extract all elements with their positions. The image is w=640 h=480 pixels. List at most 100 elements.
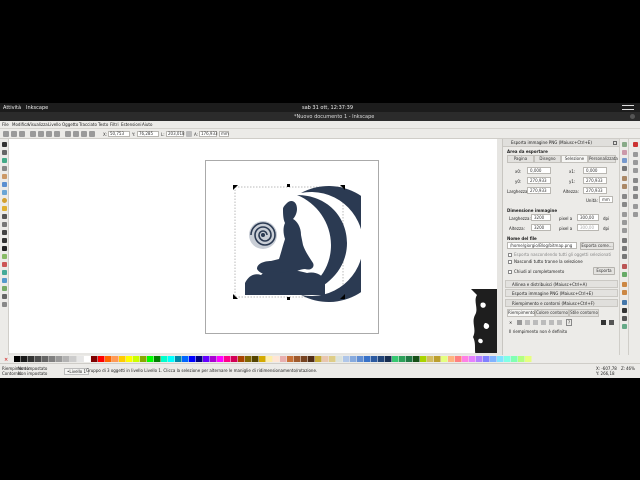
menu-object[interactable]: Oggetto [62, 122, 78, 127]
palette-swatch[interactable] [259, 356, 266, 362]
palette-swatch[interactable] [413, 356, 420, 362]
palette-swatch[interactable] [182, 356, 189, 362]
menu-text[interactable]: Testo [98, 122, 108, 127]
node-tool-icon[interactable] [2, 150, 7, 155]
dpi-input-2[interactable]: 300,00 [577, 224, 599, 231]
palette-swatch[interactable] [364, 356, 371, 362]
lower-to-bottom-icon[interactable] [89, 131, 95, 137]
palette-swatch[interactable] [462, 356, 469, 362]
y1-input[interactable]: 270,933 [583, 177, 607, 184]
undo-icon[interactable] [622, 194, 627, 199]
drawing-canvas[interactable] [9, 139, 497, 353]
redo-icon[interactable] [622, 202, 627, 207]
print-icon[interactable] [622, 166, 627, 171]
gradient-tool-icon[interactable] [2, 278, 7, 283]
palette-swatch[interactable] [77, 356, 84, 362]
hide-selected-checkbox[interactable] [508, 253, 512, 257]
palette-swatch[interactable] [231, 356, 238, 362]
flip-horizontal-icon[interactable] [46, 131, 52, 137]
palette-swatches[interactable]: × [0, 356, 640, 362]
rotate-cw-icon[interactable] [38, 131, 44, 137]
palette-swatch[interactable] [329, 356, 336, 362]
palette-swatch[interactable] [238, 356, 245, 362]
menu-file[interactable]: File [2, 122, 9, 127]
paste-icon[interactable] [622, 228, 627, 233]
flat-color-icon[interactable] [517, 320, 522, 325]
spiral-tool-icon[interactable] [2, 214, 7, 219]
palette-swatch[interactable] [525, 356, 532, 362]
import-icon[interactable] [622, 176, 627, 181]
menu-layer[interactable]: Livello [48, 122, 61, 127]
palette-swatch[interactable] [210, 356, 217, 362]
palette-swatch[interactable] [105, 356, 112, 362]
selector-tool-icon[interactable] [2, 142, 7, 147]
palette-swatch[interactable] [434, 356, 441, 362]
area-width-input[interactable]: 270,933 [527, 187, 551, 194]
menu-help[interactable]: Aiuto [142, 122, 152, 127]
select-all-icon[interactable] [3, 131, 9, 137]
filename-input[interactable]: /home/giorgio/Blog/bitmap.png [507, 242, 577, 249]
palette-swatch[interactable] [21, 356, 28, 362]
palette-swatch[interactable] [189, 356, 196, 362]
palette-swatch[interactable] [84, 356, 91, 362]
palette-swatch[interactable] [273, 356, 280, 362]
snap-page-icon[interactable] [633, 204, 638, 209]
text-font-icon[interactable] [622, 308, 627, 313]
palette-swatch[interactable] [49, 356, 56, 362]
palette-swatch[interactable] [497, 356, 504, 362]
ellipse-tool-icon[interactable] [2, 198, 7, 203]
palette-swatch[interactable] [98, 356, 105, 362]
zoom-value[interactable]: 46% [626, 366, 635, 371]
measure-tool-icon[interactable] [2, 174, 7, 179]
rotate-ccw-icon[interactable] [30, 131, 36, 137]
new-document-icon[interactable] [622, 142, 627, 147]
snap-paths-icon[interactable] [633, 186, 638, 191]
palette-swatch[interactable] [70, 356, 77, 362]
palette-swatch[interactable] [350, 356, 357, 362]
export-section[interactable]: Esporta immagine PNG (Maiusc+Ctrl+E) [505, 289, 618, 297]
open-icon[interactable] [622, 150, 627, 155]
img-width-input[interactable]: 3200 [531, 214, 551, 221]
img-height-input[interactable]: 3200 [531, 224, 551, 231]
no-paint-swatch-icon[interactable]: × [4, 357, 8, 362]
pencil-tool-icon[interactable] [2, 222, 7, 227]
raise-icon[interactable] [73, 131, 79, 137]
mesh-gradient-icon[interactable] [541, 320, 546, 325]
raise-to-top-icon[interactable] [65, 131, 71, 137]
duplicate-icon[interactable] [622, 264, 627, 269]
palette-swatch[interactable] [301, 356, 308, 362]
zoom-selection-icon[interactable] [622, 238, 627, 243]
palette-swatch[interactable] [420, 356, 427, 362]
copy-icon[interactable] [622, 212, 627, 217]
palette-swatch[interactable] [483, 356, 490, 362]
width-input[interactable]: 203,018 [166, 131, 185, 137]
eraser-tool-icon[interactable] [2, 262, 7, 267]
3dbox-tool-icon[interactable] [2, 190, 7, 195]
palette-swatch[interactable] [245, 356, 252, 362]
bucket-tool-icon[interactable] [2, 270, 7, 275]
zoom-page-icon[interactable] [622, 254, 627, 259]
artwork-group[interactable] [231, 183, 361, 323]
y0-input[interactable]: 270,933 [527, 177, 551, 184]
palette-swatch[interactable] [315, 356, 322, 362]
palette-swatch[interactable] [14, 356, 21, 362]
tab-drawing[interactable]: Disegno [534, 155, 561, 163]
zoom-drawing-icon[interactable] [622, 246, 627, 251]
close-icon[interactable] [613, 141, 617, 145]
palette-swatch[interactable] [154, 356, 161, 362]
palette-swatch[interactable] [287, 356, 294, 362]
palette-swatch[interactable] [343, 356, 350, 362]
system-menu-icon[interactable] [622, 105, 634, 110]
hide-all-checkbox[interactable] [508, 260, 512, 264]
palette-swatch[interactable] [504, 356, 511, 362]
activities-button[interactable]: Attività [3, 105, 21, 111]
snap-bbox-edge-icon[interactable] [633, 160, 638, 165]
palette-swatch[interactable] [133, 356, 140, 362]
x1-input[interactable]: 0,000 [583, 167, 607, 174]
radial-gradient-icon[interactable] [533, 320, 538, 325]
dropper-tool-icon[interactable] [2, 294, 7, 299]
palette-swatch[interactable] [392, 356, 399, 362]
palette-swatch[interactable] [56, 356, 63, 362]
close-when-done-checkbox[interactable] [508, 270, 512, 274]
lower-icon[interactable] [81, 131, 87, 137]
